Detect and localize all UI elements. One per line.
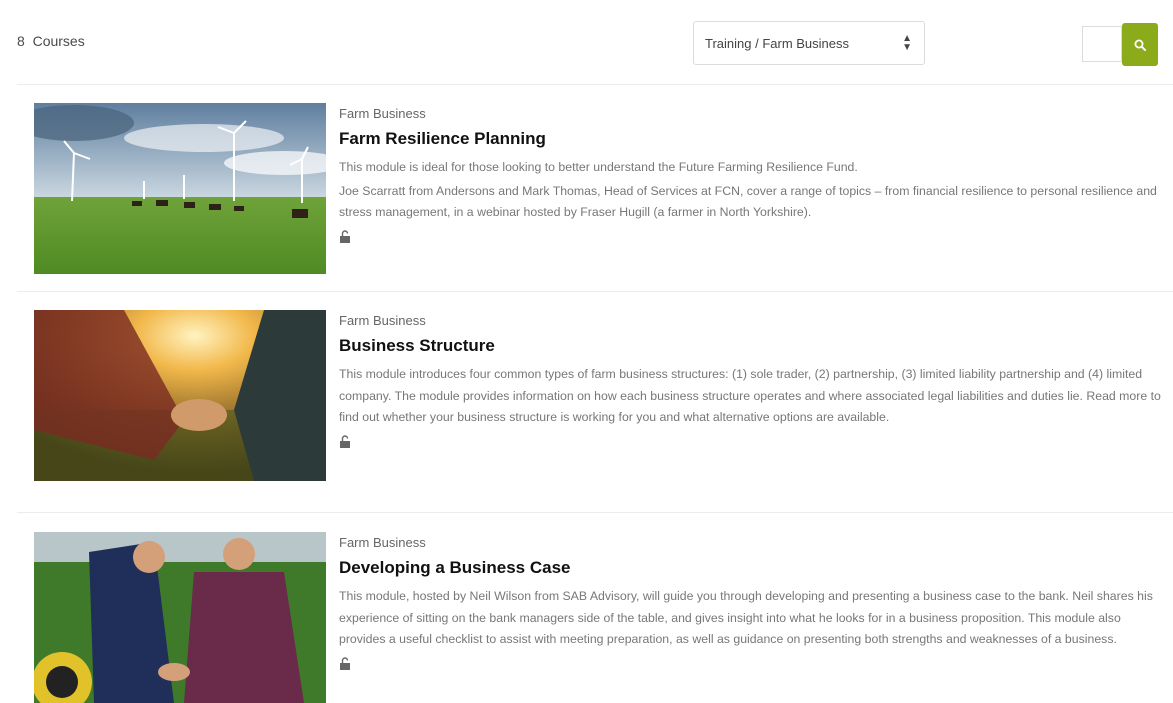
course-image-business-case[interactable] (34, 532, 326, 703)
course-info: Farm Business Farm Resilience Planning T… (339, 106, 1161, 249)
course-category: Farm Business (339, 313, 426, 328)
unlock-icon (340, 229, 350, 243)
course-info: Farm Business Developing a Business Case… (339, 535, 1161, 676)
unlock-icon (340, 434, 350, 448)
handshake-image (34, 310, 326, 481)
course-description: This module introduces four common types… (339, 367, 1161, 424)
course-description: This module is ideal for those looking t… (339, 160, 858, 174)
tractor-handshake-image (34, 532, 326, 703)
course-description: Joe Scarratt from Andersons and Mark Tho… (339, 183, 1157, 220)
course-category: Farm Business (339, 106, 426, 121)
course-title[interactable]: Developing a Business Case (339, 558, 1161, 578)
wind-turbines-image (34, 103, 326, 274)
course-description: This module, hosted by Neil Wilson from … (339, 589, 1153, 646)
course-info: Farm Business Business Structure This mo… (339, 313, 1161, 454)
course-image-business-structure[interactable] (34, 310, 326, 481)
course-title[interactable]: Farm Resilience Planning (339, 129, 1161, 149)
course-image-farm-resilience[interactable] (34, 103, 326, 274)
course-category: Farm Business (339, 535, 426, 550)
unlock-icon (340, 656, 350, 670)
course-title[interactable]: Business Structure (339, 336, 1161, 356)
